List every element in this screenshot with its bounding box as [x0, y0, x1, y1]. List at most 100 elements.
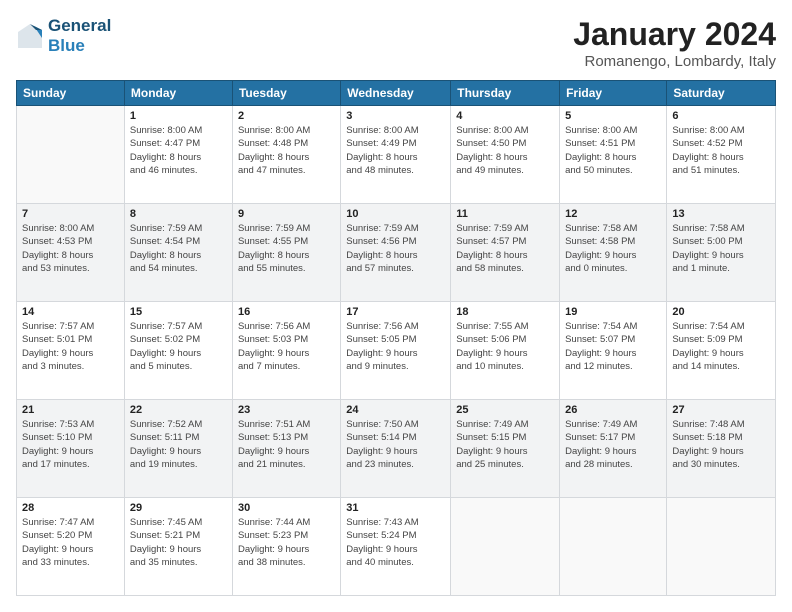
column-header-sunday: Sunday — [17, 81, 125, 106]
page: General Blue January 2024 Romanengo, Lom… — [0, 0, 792, 612]
main-title: January 2024 — [573, 16, 776, 53]
day-number: 5 — [565, 110, 661, 122]
cell-info: Sunrise: 7:59 AM Sunset: 4:57 PM Dayligh… — [456, 222, 554, 275]
calendar-cell: 30Sunrise: 7:44 AM Sunset: 5:23 PM Dayli… — [232, 498, 340, 596]
cell-info: Sunrise: 7:59 AM Sunset: 4:55 PM Dayligh… — [238, 222, 335, 275]
cell-info: Sunrise: 7:51 AM Sunset: 5:13 PM Dayligh… — [238, 418, 335, 471]
cell-info: Sunrise: 8:00 AM Sunset: 4:49 PM Dayligh… — [346, 124, 445, 177]
cell-info: Sunrise: 7:54 AM Sunset: 5:09 PM Dayligh… — [672, 320, 770, 373]
day-number: 15 — [130, 306, 227, 318]
day-number: 31 — [346, 502, 445, 514]
calendar-cell: 28 Sunrise: 7:47 AM Sunset: 5:20 PM Dayli… — [17, 498, 125, 596]
calendar-cell: 15 Sunrise: 7:57 AM Sunset: 5:02 PM Dayli… — [124, 302, 232, 400]
day-number: 13 — [672, 208, 770, 220]
calendar-cell: 29 Sunrise: 7:45 AM Sunset: 5:21 PM Dayli… — [124, 498, 232, 596]
column-header-saturday: Saturday — [667, 81, 776, 106]
column-header-wednesday: Wednesday — [341, 81, 451, 106]
calendar-cell — [667, 498, 776, 596]
cell-info: Sunrise: 7:52 AM Sunset: 5:11 PM Dayligh… — [130, 418, 227, 471]
cell-info: Sunrise: 7:57 AM Sunset: 5:02 PM Dayligh… — [130, 320, 227, 373]
day-number: 19 — [565, 306, 661, 318]
day-number: 22 — [130, 404, 227, 416]
cell-info: Sunrise: 7:56 AM Sunset: 5:03 PM Dayligh… — [238, 320, 335, 373]
column-header-monday: Monday — [124, 81, 232, 106]
cell-info: Sunrise: 8:00 AM Sunset: 4:50 PM Dayligh… — [456, 124, 554, 177]
cell-info: Sunrise: 7:48 AM Sunset: 5:18 PM Dayligh… — [672, 418, 770, 471]
calendar-cell: 2 Sunrise: 8:00 AM Sunset: 4:48 PM Daylig… — [232, 106, 340, 204]
day-number: 2 — [238, 110, 335, 122]
cell-info: Sunrise: 7:49 AM Sunset: 5:17 PM Dayligh… — [565, 418, 661, 471]
calendar-cell — [17, 106, 125, 204]
day-number: 17 — [346, 306, 445, 318]
calendar-cell — [451, 498, 560, 596]
week-row-3: 14 Sunrise: 7:57 AM Sunset: 5:01 PM Dayli… — [17, 302, 776, 400]
logo-text: General Blue — [48, 16, 111, 57]
calendar-cell: 11 Sunrise: 7:59 AM Sunset: 4:57 PM Dayli… — [451, 204, 560, 302]
calendar-cell: 4 Sunrise: 8:00 AM Sunset: 4:50 PM Daylig… — [451, 106, 560, 204]
cell-info: Sunrise: 7:50 AM Sunset: 5:14 PM Dayligh… — [346, 418, 445, 471]
day-number: 10 — [346, 208, 445, 220]
day-number: 16 — [238, 306, 335, 318]
calendar-cell: 9Sunrise: 7:59 AM Sunset: 4:55 PM Daylig… — [232, 204, 340, 302]
calendar-cell: 22 Sunrise: 7:52 AM Sunset: 5:11 PM Dayli… — [124, 400, 232, 498]
week-row-2: 7 Sunrise: 8:00 AM Sunset: 4:53 PM Daylig… — [17, 204, 776, 302]
week-row-1: 1Sunrise: 8:00 AM Sunset: 4:47 PM Daylig… — [17, 106, 776, 204]
day-number: 3 — [346, 110, 445, 122]
day-number: 28 — [22, 502, 119, 514]
day-number: 23 — [238, 404, 335, 416]
day-number: 18 — [456, 306, 554, 318]
column-header-friday: Friday — [560, 81, 667, 106]
day-number: 4 — [456, 110, 554, 122]
calendar-cell: 24Sunrise: 7:50 AM Sunset: 5:14 PM Dayli… — [341, 400, 451, 498]
header-row: SundayMondayTuesdayWednesdayThursdayFrid… — [17, 81, 776, 106]
calendar-table: SundayMondayTuesdayWednesdayThursdayFrid… — [16, 80, 776, 596]
calendar-cell: 20 Sunrise: 7:54 AM Sunset: 5:09 PM Dayli… — [667, 302, 776, 400]
day-number: 26 — [565, 404, 661, 416]
cell-info: Sunrise: 7:58 AM Sunset: 5:00 PM Dayligh… — [672, 222, 770, 275]
day-number: 14 — [22, 306, 119, 318]
logo: General Blue — [16, 16, 111, 57]
calendar-cell: 19 Sunrise: 7:54 AM Sunset: 5:07 PM Dayli… — [560, 302, 667, 400]
cell-info: Sunrise: 8:00 AM Sunset: 4:52 PM Dayligh… — [672, 124, 770, 177]
day-number: 25 — [456, 404, 554, 416]
calendar-cell: 27Sunrise: 7:48 AM Sunset: 5:18 PM Dayli… — [667, 400, 776, 498]
calendar-cell: 5 Sunrise: 8:00 AM Sunset: 4:51 PM Daylig… — [560, 106, 667, 204]
cell-info: Sunrise: 8:00 AM Sunset: 4:53 PM Dayligh… — [22, 222, 119, 275]
calendar-cell — [560, 498, 667, 596]
calendar-cell: 8 Sunrise: 7:59 AM Sunset: 4:54 PM Daylig… — [124, 204, 232, 302]
calendar-cell: 25 Sunrise: 7:49 AM Sunset: 5:15 PM Dayli… — [451, 400, 560, 498]
cell-info: Sunrise: 8:00 AM Sunset: 4:51 PM Dayligh… — [565, 124, 661, 177]
cell-info: Sunrise: 7:47 AM Sunset: 5:20 PM Dayligh… — [22, 516, 119, 569]
calendar-cell: 13 Sunrise: 7:58 AM Sunset: 5:00 PM Dayli… — [667, 204, 776, 302]
day-number: 21 — [22, 404, 119, 416]
calendar-cell: 17 Sunrise: 7:56 AM Sunset: 5:05 PM Dayli… — [341, 302, 451, 400]
cell-info: Sunrise: 7:45 AM Sunset: 5:21 PM Dayligh… — [130, 516, 227, 569]
day-number: 20 — [672, 306, 770, 318]
day-number: 11 — [456, 208, 554, 220]
calendar-cell: 21Sunrise: 7:53 AM Sunset: 5:10 PM Dayli… — [17, 400, 125, 498]
calendar-cell: 3 Sunrise: 8:00 AM Sunset: 4:49 PM Daylig… — [341, 106, 451, 204]
week-row-4: 21Sunrise: 7:53 AM Sunset: 5:10 PM Dayli… — [17, 400, 776, 498]
cell-info: Sunrise: 7:54 AM Sunset: 5:07 PM Dayligh… — [565, 320, 661, 373]
cell-info: Sunrise: 7:59 AM Sunset: 4:56 PM Dayligh… — [346, 222, 445, 275]
day-number: 29 — [130, 502, 227, 514]
logo-icon — [16, 22, 44, 50]
cell-info: Sunrise: 7:49 AM Sunset: 5:15 PM Dayligh… — [456, 418, 554, 471]
cell-info: Sunrise: 7:56 AM Sunset: 5:05 PM Dayligh… — [346, 320, 445, 373]
cell-info: Sunrise: 7:44 AM Sunset: 5:23 PM Dayligh… — [238, 516, 335, 569]
day-number: 8 — [130, 208, 227, 220]
cell-info: Sunrise: 7:57 AM Sunset: 5:01 PM Dayligh… — [22, 320, 119, 373]
day-number: 1 — [130, 110, 227, 122]
cell-info: Sunrise: 8:00 AM Sunset: 4:48 PM Dayligh… — [238, 124, 335, 177]
day-number: 12 — [565, 208, 661, 220]
calendar-cell: 26 Sunrise: 7:49 AM Sunset: 5:17 PM Dayli… — [560, 400, 667, 498]
cell-info: Sunrise: 7:59 AM Sunset: 4:54 PM Dayligh… — [130, 222, 227, 275]
title-section: January 2024 Romanengo, Lombardy, Italy — [573, 16, 776, 70]
week-row-5: 28 Sunrise: 7:47 AM Sunset: 5:20 PM Dayli… — [17, 498, 776, 596]
cell-info: Sunrise: 7:55 AM Sunset: 5:06 PM Dayligh… — [456, 320, 554, 373]
calendar-cell: 10 Sunrise: 7:59 AM Sunset: 4:56 PM Dayli… — [341, 204, 451, 302]
day-number: 7 — [22, 208, 119, 220]
calendar-cell: 14 Sunrise: 7:57 AM Sunset: 5:01 PM Dayli… — [17, 302, 125, 400]
calendar-cell: 6Sunrise: 8:00 AM Sunset: 4:52 PM Daylig… — [667, 106, 776, 204]
column-header-tuesday: Tuesday — [232, 81, 340, 106]
